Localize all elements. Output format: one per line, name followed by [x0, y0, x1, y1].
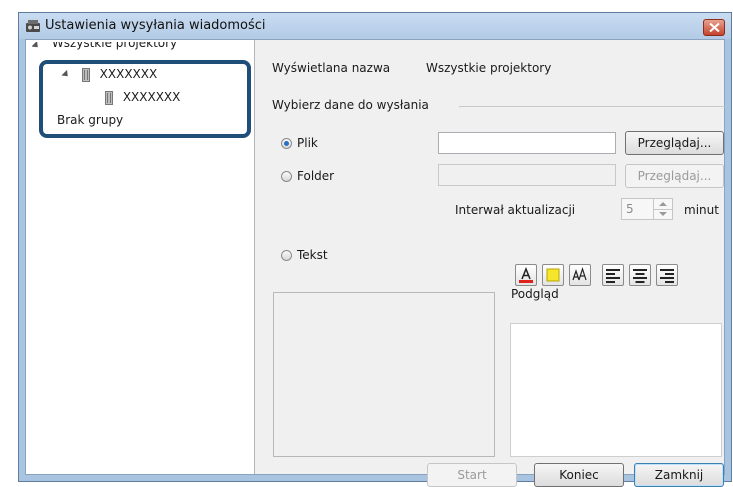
settings-panel: Wyświetlana nazwa Wszystkie projektory W… [255, 40, 725, 487]
tree-item-label: Wszystkie projektory [51, 42, 178, 50]
start-button[interactable]: Start [427, 463, 517, 487]
expand-arrow-icon[interactable] [32, 42, 41, 51]
preview-area [510, 323, 722, 457]
close-window-button[interactable] [703, 19, 725, 36]
preview-label: Podgląd [511, 287, 559, 301]
font-size-icon [572, 267, 587, 281]
file-label: Plik [297, 136, 318, 150]
dialog-body: Wszystkie projektory XXXXXXX XXXXXXX Bra… [25, 39, 725, 487]
projector-tree[interactable]: Wszystkie projektory XXXXXXX XXXXXXX Bra… [26, 40, 255, 474]
tree-item-label: XXXXXXX [99, 67, 158, 81]
font-color-icon [519, 267, 533, 283]
message-settings-window: Ustawienia wysyłania wiadomości Wszystki… [18, 12, 732, 487]
chevron-down-icon [659, 212, 667, 216]
folder-radio[interactable] [281, 171, 292, 182]
interval-label: Interwał aktualizacji [455, 203, 576, 217]
align-right-icon [660, 269, 674, 283]
display-name-label: Wyświetlana nazwa [272, 61, 391, 75]
file-radio[interactable] [281, 138, 292, 149]
tree-item-label: Brak grupy [57, 113, 124, 127]
tree-item-projector[interactable]: XXXXXXX [105, 90, 180, 105]
interval-value: 5 [626, 202, 634, 216]
chevron-up-icon [659, 202, 667, 206]
interval-stepper[interactable]: 5 [621, 198, 673, 220]
projector-icon [81, 67, 90, 82]
file-path-input[interactable] [438, 132, 616, 154]
tree-item-group[interactable]: XXXXXXX [61, 67, 158, 82]
background-color-icon [546, 268, 560, 282]
align-center-icon [633, 269, 647, 283]
tree-item-label: XXXXXXX [122, 90, 181, 104]
message-text-area[interactable] [273, 292, 495, 457]
app-icon [26, 20, 40, 32]
close-button[interactable]: Zamknij [634, 463, 724, 487]
section-divider [459, 106, 725, 107]
display-name-value: Wszystkie projektory [426, 61, 552, 75]
title-bar: Ustawienia wysyłania wiadomości [19, 13, 731, 39]
background-color-button[interactable] [542, 264, 564, 286]
text-label: Tekst [297, 248, 328, 262]
browse-folder-button[interactable]: Przeglądaj... [625, 164, 724, 188]
align-left-icon [606, 269, 620, 283]
browse-file-button[interactable]: Przeglądaj... [625, 131, 724, 155]
section-title: Wybierz dane do wysłania [272, 98, 429, 112]
tree-item-no-group[interactable]: Brak grupy [57, 113, 123, 127]
font-color-button[interactable] [515, 264, 537, 286]
interval-unit: minut [684, 203, 719, 217]
text-radio[interactable] [281, 250, 292, 261]
stepper-down-button[interactable] [653, 209, 672, 219]
tree-item-all-projectors[interactable]: Wszystkie projektory [32, 42, 177, 54]
align-center-button[interactable] [629, 264, 651, 286]
end-button[interactable]: Koniec [534, 463, 624, 487]
font-size-button[interactable] [569, 264, 591, 286]
folder-label: Folder [297, 169, 335, 183]
align-left-button[interactable] [602, 264, 624, 286]
align-right-button[interactable] [656, 264, 678, 286]
window-title: Ustawienia wysyłania wiadomości [45, 18, 266, 33]
folder-path-input[interactable] [438, 164, 616, 186]
close-icon [709, 23, 720, 32]
projector-icon [105, 90, 113, 105]
expand-arrow-icon[interactable] [61, 69, 71, 80]
